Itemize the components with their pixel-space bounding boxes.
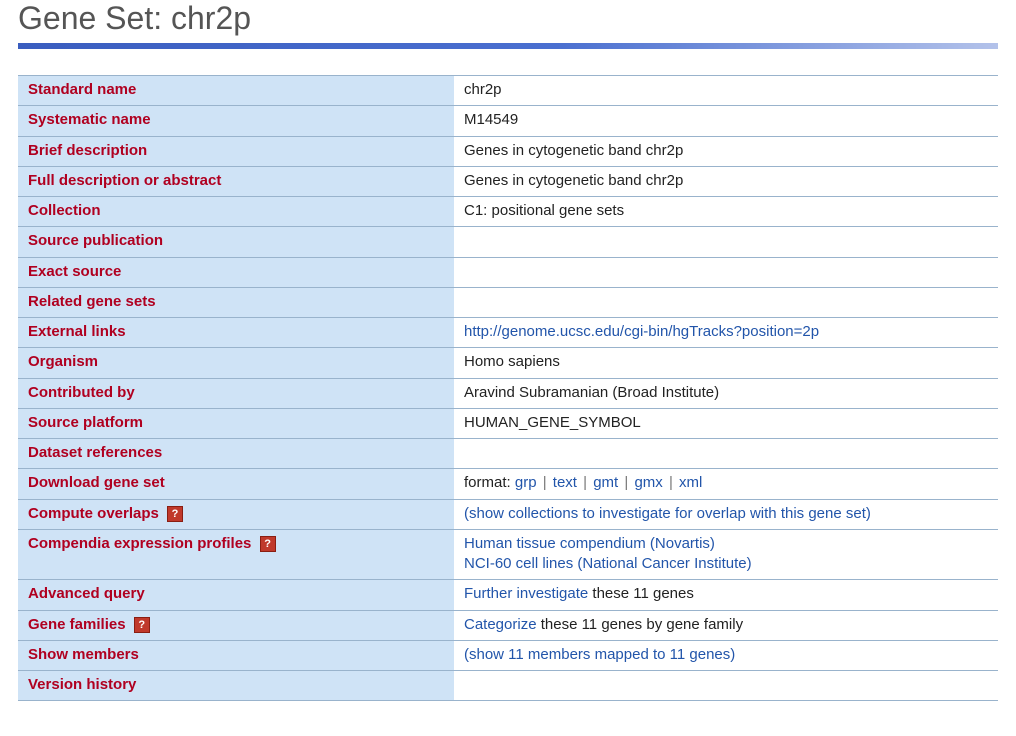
row-standard-name: Standard name chr2p <box>18 76 998 106</box>
row-compute-overlaps: Compute overlaps ? (show collections to … <box>18 499 998 529</box>
gene-families-link[interactable]: Categorize <box>464 616 537 633</box>
row-show-members: Show members (show 11 members mapped to … <box>18 640 998 670</box>
row-brief-description: Brief description Genes in cytogenetic b… <box>18 136 998 166</box>
label-exact-source: Exact source <box>18 257 454 287</box>
label-systematic-name: Systematic name <box>18 106 454 136</box>
show-members-link[interactable]: (show 11 members mapped to 11 genes) <box>464 646 735 663</box>
value-gene-families: Categorize these 11 genes by gene family <box>454 610 998 640</box>
row-systematic-name: Systematic name M14549 <box>18 106 998 136</box>
row-download-gene-set: Download gene set format: grp | text | g… <box>18 469 998 499</box>
label-compute-overlaps-text: Compute overlaps <box>28 505 163 522</box>
download-link-grp[interactable]: grp <box>515 474 537 491</box>
label-related-gene-sets: Related gene sets <box>18 287 454 317</box>
download-prefix: format: <box>464 474 515 491</box>
value-exact-source <box>454 257 998 287</box>
label-dataset-references: Dataset references <box>18 439 454 469</box>
geneset-table: Standard name chr2p Systematic name M145… <box>18 75 998 701</box>
row-organism: Organism Homo sapiens <box>18 348 998 378</box>
advanced-query-link[interactable]: Further investigate <box>464 585 588 602</box>
page-title: Gene Set: chr2p <box>18 0 998 37</box>
separator: | <box>663 474 679 491</box>
value-source-publication <box>454 227 998 257</box>
label-show-members: Show members <box>18 640 454 670</box>
value-related-gene-sets <box>454 287 998 317</box>
value-show-members: (show 11 members mapped to 11 genes) <box>454 640 998 670</box>
label-gene-families: Gene families ? <box>18 610 454 640</box>
value-dataset-references <box>454 439 998 469</box>
compendia-link-2[interactable]: NCI-60 cell lines (National Cancer Insti… <box>464 555 752 572</box>
row-contributed-by: Contributed by Aravind Subramanian (Broa… <box>18 378 998 408</box>
label-brief-description: Brief description <box>18 136 454 166</box>
compendia-link-1[interactable]: Human tissue compendium (Novartis) <box>464 535 715 552</box>
help-icon[interactable]: ? <box>260 536 276 552</box>
value-external-links: http://genome.ucsc.edu/cgi-bin/hgTracks?… <box>454 318 998 348</box>
value-full-description: Genes in cytogenetic band chr2p <box>454 166 998 196</box>
label-organism: Organism <box>18 348 454 378</box>
label-compendia-text: Compendia expression profiles <box>28 535 256 552</box>
label-standard-name: Standard name <box>18 76 454 106</box>
download-link-gmt[interactable]: gmt <box>593 474 618 491</box>
value-collection: C1: positional gene sets <box>454 197 998 227</box>
help-icon[interactable]: ? <box>134 617 150 633</box>
row-dataset-references: Dataset references <box>18 439 998 469</box>
value-download-gene-set: format: grp | text | gmt | gmx | xml <box>454 469 998 499</box>
title-prefix: Gene Set: <box>18 0 171 36</box>
value-systematic-name: M14549 <box>454 106 998 136</box>
label-collection: Collection <box>18 197 454 227</box>
label-source-platform: Source platform <box>18 408 454 438</box>
row-source-publication: Source publication <box>18 227 998 257</box>
separator: | <box>618 474 634 491</box>
value-advanced-query: Further investigate these 11 genes <box>454 580 998 610</box>
row-related-gene-sets: Related gene sets <box>18 287 998 317</box>
row-compendia: Compendia expression profiles ? Human ti… <box>18 529 998 580</box>
label-compute-overlaps: Compute overlaps ? <box>18 499 454 529</box>
gene-families-suffix: these 11 genes by gene family <box>537 616 744 633</box>
row-source-platform: Source platform HUMAN_GENE_SYMBOL <box>18 408 998 438</box>
value-source-platform: HUMAN_GENE_SYMBOL <box>454 408 998 438</box>
value-compendia: Human tissue compendium (Novartis) NCI-6… <box>454 529 998 580</box>
title-name: chr2p <box>171 0 251 36</box>
label-advanced-query: Advanced query <box>18 580 454 610</box>
compute-overlaps-link[interactable]: (show collections to investigate for ove… <box>464 505 871 522</box>
download-link-gmx[interactable]: gmx <box>634 474 662 491</box>
header-rule <box>18 43 998 49</box>
advanced-query-suffix: these 11 genes <box>588 585 694 602</box>
value-compute-overlaps: (show collections to investigate for ove… <box>454 499 998 529</box>
row-gene-families: Gene families ? Categorize these 11 gene… <box>18 610 998 640</box>
row-external-links: External links http://genome.ucsc.edu/cg… <box>18 318 998 348</box>
row-full-description: Full description or abstract Genes in cy… <box>18 166 998 196</box>
separator: | <box>577 474 593 491</box>
value-organism: Homo sapiens <box>454 348 998 378</box>
download-link-xml[interactable]: xml <box>679 474 702 491</box>
label-source-publication: Source publication <box>18 227 454 257</box>
row-collection: Collection C1: positional gene sets <box>18 197 998 227</box>
value-contributed-by: Aravind Subramanian (Broad Institute) <box>454 378 998 408</box>
separator: | <box>537 474 553 491</box>
external-link[interactable]: http://genome.ucsc.edu/cgi-bin/hgTracks?… <box>464 323 819 340</box>
row-version-history: Version history <box>18 671 998 701</box>
label-compendia: Compendia expression profiles ? <box>18 529 454 580</box>
value-standard-name: chr2p <box>454 76 998 106</box>
label-download-gene-set: Download gene set <box>18 469 454 499</box>
value-brief-description: Genes in cytogenetic band chr2p <box>454 136 998 166</box>
label-full-description: Full description or abstract <box>18 166 454 196</box>
row-exact-source: Exact source <box>18 257 998 287</box>
label-version-history: Version history <box>18 671 454 701</box>
label-external-links: External links <box>18 318 454 348</box>
row-advanced-query: Advanced query Further investigate these… <box>18 580 998 610</box>
download-link-text[interactable]: text <box>553 474 577 491</box>
label-gene-families-text: Gene families <box>28 616 130 633</box>
help-icon[interactable]: ? <box>167 506 183 522</box>
label-contributed-by: Contributed by <box>18 378 454 408</box>
value-version-history <box>454 671 998 701</box>
